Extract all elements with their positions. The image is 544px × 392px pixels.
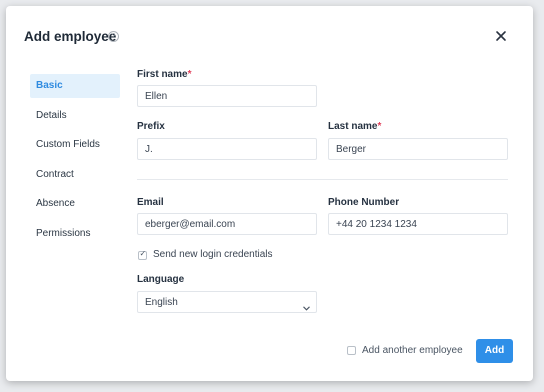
language-select[interactable]: English [137, 291, 317, 313]
sidebar-item-absence[interactable]: Absence [30, 192, 120, 216]
sidebar-item-permissions[interactable]: Permissions [30, 222, 120, 246]
sidebar-item-contract[interactable]: Contract [30, 163, 120, 187]
last-name-input[interactable]: Berger [328, 138, 508, 160]
last-name-label: Last name* [328, 121, 381, 132]
add-button[interactable]: Add [476, 339, 513, 363]
first-name-label-text: First name [137, 69, 188, 80]
sidebar-nav: Basic Details Custom Fields Contract Abs… [30, 74, 120, 251]
first-name-label: First name* [137, 69, 191, 80]
checkmark-icon: ✓ [139, 249, 147, 258]
sidebar-item-basic[interactable]: Basic [30, 74, 120, 98]
required-mark: * [187, 69, 192, 80]
language-label: Language [137, 274, 185, 285]
send-credentials-label[interactable]: Send new login credentials [153, 249, 273, 260]
send-credentials-checkbox[interactable]: ✓ [138, 249, 147, 260]
dialog-title: Add employee [24, 29, 117, 44]
add-employee-dialog: Add employee ? Basic Details Custom Fiel… [6, 6, 533, 381]
email-label: Email [137, 197, 164, 208]
section-divider [137, 179, 508, 180]
phone-number-label: Phone Number [328, 197, 400, 208]
sidebar-item-details[interactable]: Details [30, 104, 120, 128]
prefix-input[interactable]: J. [137, 138, 317, 160]
language-select-value: English [145, 297, 178, 308]
prefix-label: Prefix [137, 121, 165, 132]
required-mark: * [377, 121, 382, 132]
question-circle-icon[interactable]: ? [108, 31, 119, 42]
add-another-label[interactable]: Add another employee [362, 345, 463, 356]
close-icon[interactable] [494, 29, 508, 43]
chevron-down-icon [303, 298, 310, 311]
email-input[interactable]: eberger@email.com [137, 213, 317, 235]
phone-number-input[interactable]: +44 20 1234 1234 [328, 213, 508, 235]
add-another-checkbox[interactable] [347, 346, 356, 355]
first-name-input[interactable]: Ellen [137, 85, 317, 107]
last-name-label-text: Last name [328, 121, 378, 132]
sidebar-item-custom-fields[interactable]: Custom Fields [30, 133, 120, 157]
